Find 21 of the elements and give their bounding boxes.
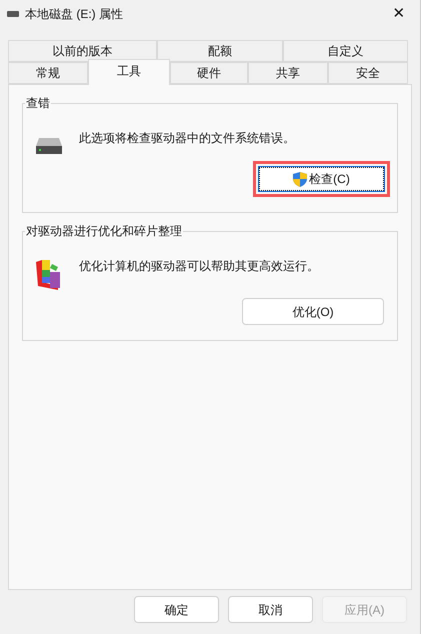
description: 此选项将检查驱动器中的文件系统错误。	[79, 130, 295, 147]
tab[interactable]: 以前的版本	[8, 40, 157, 62]
tab[interactable]: 常规	[8, 62, 88, 84]
drive-icon	[7, 11, 19, 17]
tab[interactable]: 共享	[248, 62, 328, 84]
window-title: 本地磁盘 (E:) 属性	[25, 6, 123, 23]
hard-drive-icon	[35, 136, 63, 156]
group-title: 查错	[25, 95, 51, 111]
tab[interactable]: 自定义	[283, 40, 408, 62]
tab[interactable]: 配额	[157, 40, 283, 62]
tab[interactable]: 硬件	[170, 62, 248, 84]
close-button[interactable]: ✕	[385, 2, 413, 26]
description: 优化计算机的驱动器可以帮助其更高效运行。	[79, 258, 319, 275]
action-button[interactable]: 优化(O)	[242, 298, 384, 325]
dialog-button[interactable]: 取消	[228, 596, 313, 623]
group-title: 对驱动器进行优化和碎片整理	[25, 223, 183, 239]
action-button[interactable]: 检查(C)	[259, 167, 384, 191]
shield-icon	[293, 172, 308, 186]
dialog-button[interactable]: 确定	[134, 596, 219, 623]
tab[interactable]: 安全	[328, 62, 408, 84]
tab[interactable]: 工具	[88, 59, 170, 85]
